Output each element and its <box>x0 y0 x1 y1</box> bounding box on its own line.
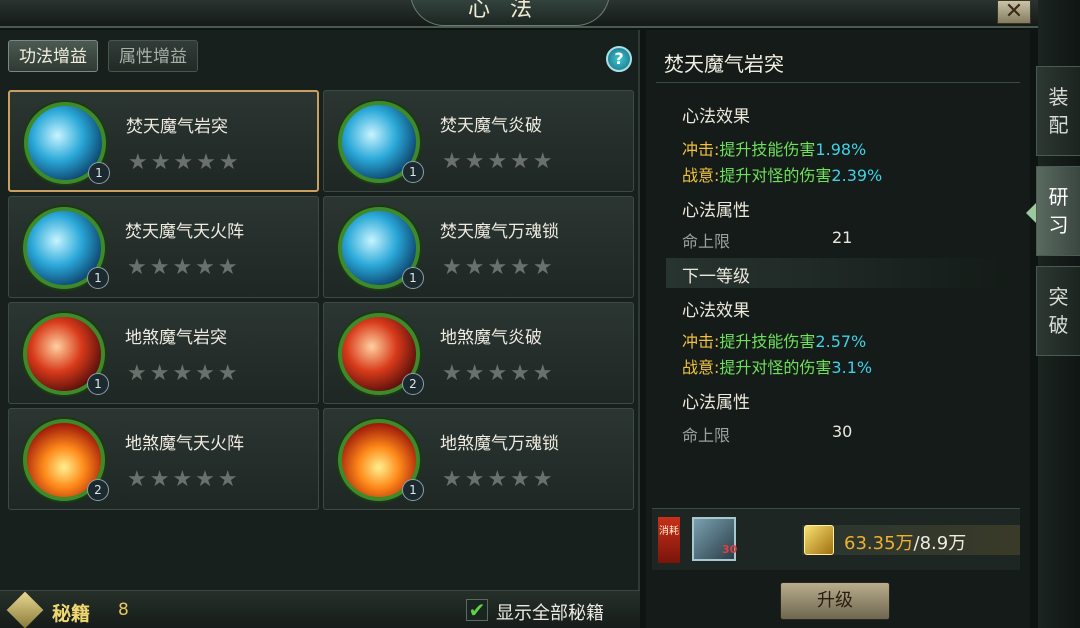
secret-book-count: 8 <box>118 600 129 620</box>
effect-line: 冲击:提升技能伤害1.98% <box>682 136 866 160</box>
show-all-label[interactable]: 显示全部秘籍 <box>496 599 604 625</box>
close-button[interactable]: ✕ <box>997 0 1031 24</box>
active-tab-arrow-icon <box>1026 203 1036 223</box>
effect-value: 2.57% <box>815 332 867 351</box>
effect-text: 提升对怪的伤害 <box>719 358 832 377</box>
skill-name: 焚天魔气岩突 <box>126 117 228 137</box>
skill-card[interactable]: 1 地煞魔气万魂锁 ★★★★★ <box>323 408 634 510</box>
level-badge: 1 <box>402 479 424 501</box>
attr-value: 30 <box>832 422 853 441</box>
effect-text: 提升对怪的伤害 <box>719 166 832 185</box>
skill-name: 地煞魔气天火阵 <box>125 434 244 454</box>
skill-name: 焚天魔气万魂锁 <box>440 222 559 242</box>
skill-card[interactable]: 1 地煞魔气岩突 ★★★★★ <box>8 302 319 404</box>
level-badge: 1 <box>87 267 109 289</box>
skill-name: 焚天魔气天火阵 <box>125 222 244 242</box>
close-icon: ✕ <box>1004 0 1024 24</box>
show-all-checkbox[interactable]: ✔ <box>466 599 488 621</box>
skill-card[interactable]: 1 焚天魔气炎破 ★★★★★ <box>323 90 634 192</box>
star-rating: ★★★★★ <box>128 150 242 175</box>
effect-key: 战意: <box>682 358 720 377</box>
star-rating: ★★★★★ <box>127 361 241 386</box>
divider <box>656 82 1020 83</box>
secret-book-label: 秘籍 <box>52 603 91 625</box>
effect-value: 1.98% <box>815 140 867 159</box>
skill-name: 焚天魔气炎破 <box>440 116 542 136</box>
level-badge: 1 <box>88 162 110 184</box>
effect-key: 冲击: <box>682 332 720 351</box>
help-icon[interactable]: ? <box>606 46 632 72</box>
star-rating: ★★★★★ <box>442 255 556 280</box>
effect-text: 提升技能伤害 <box>719 140 816 159</box>
side-tab-label: 突破 <box>1048 285 1069 337</box>
star-rating: ★★★★★ <box>442 361 556 386</box>
side-tab-equip[interactable]: 装配 <box>1036 66 1080 156</box>
attr-heading: 心法属性 <box>682 201 750 221</box>
money-amount: 63.35万/8.9万 <box>844 529 966 555</box>
effect-key: 战意: <box>682 166 720 185</box>
bottom-bar: 秘籍 8 ✔ 显示全部秘籍 <box>0 590 640 628</box>
book-count: 30 <box>722 543 738 556</box>
skill-card[interactable]: 2 地煞魔气天火阵 ★★★★★ <box>8 408 319 510</box>
cost-tag: 消耗 <box>658 517 680 563</box>
effect-line: 战意:提升对怪的伤害3.1% <box>682 354 872 378</box>
detail-panel: 焚天魔气岩突 心法效果 冲击:提升技能伤害1.98% 战意:提升对怪的伤害2.3… <box>646 30 1030 628</box>
skill-card[interactable]: 1 焚天魔气岩突 ★★★★★ <box>8 90 319 192</box>
effect-text: 提升技能伤害 <box>719 332 816 351</box>
level-badge: 1 <box>87 373 109 395</box>
effect-key: 冲击: <box>682 140 720 159</box>
star-rating: ★★★★★ <box>127 467 241 492</box>
level-badge: 1 <box>402 267 424 289</box>
tab-skill-bonus[interactable]: 功法增益 <box>8 40 98 72</box>
effect-heading: 心法效果 <box>682 301 750 321</box>
skill-card[interactable]: 2 地煞魔气炎破 ★★★★★ <box>323 302 634 404</box>
skill-list-panel: 功法增益 属性增益 ? 1 焚天魔气岩突 ★★★★★ 1 焚天魔气炎破 ★★★★… <box>0 30 640 628</box>
star-rating: ★★★★★ <box>442 467 556 492</box>
level-badge: 2 <box>402 373 424 395</box>
attr-name: 命上限 <box>682 426 731 445</box>
skill-name: 地煞魔气岩突 <box>125 328 227 348</box>
effect-line: 冲击:提升技能伤害2.57% <box>682 328 866 352</box>
star-rating: ★★★★★ <box>127 255 241 280</box>
star-rating: ★★★★★ <box>442 149 556 174</box>
side-tab-breakthrough[interactable]: 突破 <box>1036 266 1080 356</box>
secret-book-icon <box>6 591 44 628</box>
gold-ingot-icon <box>804 525 834 555</box>
skill-name: 地煞魔气万魂锁 <box>440 434 559 454</box>
level-badge: 2 <box>87 479 109 501</box>
window-title: 心法 <box>410 0 610 26</box>
tab-attribute-bonus[interactable]: 属性增益 <box>108 40 198 72</box>
effect-value: 3.1% <box>831 358 873 377</box>
detail-title: 焚天魔气岩突 <box>664 52 784 76</box>
skill-card[interactable]: 1 焚天魔气万魂锁 ★★★★★ <box>323 196 634 298</box>
effect-value: 2.39% <box>831 166 883 185</box>
upgrade-button[interactable]: 升级 <box>780 582 890 620</box>
money-have: 63.35万 <box>844 533 914 554</box>
effect-line: 战意:提升对怪的伤害2.39% <box>682 162 882 186</box>
skill-card[interactable]: 1 焚天魔气天火阵 ★★★★★ <box>8 196 319 298</box>
level-badge: 1 <box>402 161 424 183</box>
side-tab-study[interactable]: 研习 <box>1036 166 1080 256</box>
next-level-label: 下一等级 <box>682 267 750 287</box>
attr-name: 命上限 <box>682 232 731 251</box>
attr-heading: 心法属性 <box>682 393 750 413</box>
cost-bar: 消耗 30 63.35万/8.9万 <box>652 508 1020 570</box>
attr-value: 21 <box>832 228 853 247</box>
side-tab-label: 研习 <box>1048 185 1069 237</box>
side-tab-label: 装配 <box>1048 85 1069 137</box>
money-need: /8.9万 <box>913 533 967 554</box>
effect-heading: 心法效果 <box>682 107 750 127</box>
title-bar: 心法 <box>0 0 1040 28</box>
skill-name: 地煞魔气炎破 <box>440 328 542 348</box>
